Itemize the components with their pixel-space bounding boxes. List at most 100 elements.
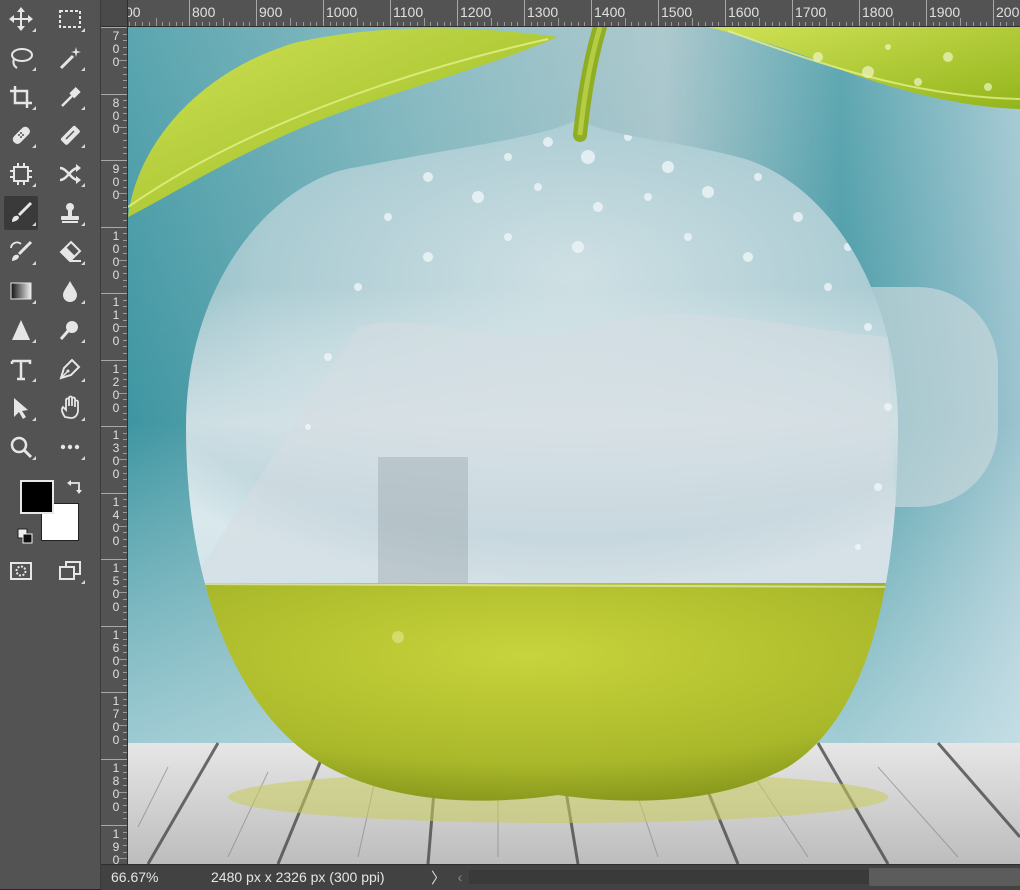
magic-wand-tool[interactable] — [53, 41, 87, 75]
ruler-minor-tick — [123, 246, 127, 247]
ruler-minor-tick — [913, 22, 914, 26]
ruler-minor-tick — [123, 433, 127, 434]
ruler-minor-tick — [123, 539, 127, 540]
vertical-ruler[interactable]: 7008009001000110012001300140015001600170… — [101, 27, 128, 864]
eyedropper-tool[interactable] — [53, 80, 87, 114]
ruler-minor-tick — [123, 632, 127, 633]
move-tool[interactable] — [4, 2, 38, 36]
sharpen-tool[interactable] — [4, 313, 38, 347]
ruler-minor-tick — [799, 22, 800, 26]
spot-healing-tool[interactable] — [4, 118, 38, 152]
ruler-minor-tick — [470, 22, 471, 26]
ruler-label: 2000 — [996, 4, 1020, 20]
crop-tool[interactable] — [4, 80, 38, 114]
zoom-level[interactable]: 66.67% — [111, 869, 158, 885]
ruler-minor-tick — [497, 22, 498, 26]
eraser-tool[interactable] — [53, 235, 87, 269]
gradient-tool[interactable] — [4, 274, 38, 308]
ruler-minor-tick — [397, 22, 398, 26]
content-aware-move-tool[interactable] — [53, 157, 87, 191]
object-selection-tool[interactable] — [4, 157, 38, 191]
ruler-major-tick — [101, 493, 127, 494]
eyedropper-icon — [57, 84, 83, 110]
ruler-minor-tick — [678, 22, 679, 26]
ruler-minor-tick — [986, 22, 987, 26]
ruler-minor-tick — [123, 798, 127, 799]
ruler-minor-tick — [417, 22, 418, 26]
ruler-minor-tick — [424, 18, 425, 26]
ruler-minor-tick — [123, 180, 127, 181]
chip-icon — [8, 161, 34, 187]
ruler-minor-tick — [779, 22, 780, 26]
ruler-minor-tick — [123, 200, 127, 201]
horizontal-scroll-track[interactable] — [469, 870, 869, 884]
ellipsis-icon — [57, 434, 83, 460]
ruler-minor-tick — [403, 22, 404, 26]
clone-stamp-tool[interactable] — [53, 196, 87, 230]
ruler-minor-tick — [123, 552, 127, 553]
document-canvas[interactable] — [128, 27, 1020, 864]
status-menu-arrow[interactable]: 〉 — [431, 867, 446, 888]
horizontal-scroll-thumb[interactable] — [869, 868, 1020, 886]
screen-mode-button[interactable] — [53, 554, 87, 588]
type-tool[interactable] — [4, 352, 38, 386]
ruler-minor-tick — [123, 685, 127, 686]
ruler-minor-tick — [123, 213, 127, 214]
default-colors-icon[interactable] — [16, 527, 34, 545]
ruler-label: 1100 — [111, 296, 121, 348]
history-brush-tool[interactable] — [4, 235, 38, 269]
ruler-minor-tick — [123, 719, 127, 720]
magic-wand-icon — [57, 45, 83, 71]
ruler-minor-tick — [182, 22, 183, 26]
ruler-minor-tick — [123, 87, 127, 88]
ruler-minor-tick — [504, 22, 505, 26]
ruler-minor-tick — [511, 22, 512, 26]
ruler-minor-tick — [123, 512, 127, 513]
more-tools[interactable] — [53, 430, 87, 464]
type-icon — [8, 356, 34, 382]
ruler-minor-tick — [216, 22, 217, 26]
ruler-minor-tick — [123, 479, 127, 480]
blur-tool[interactable] — [53, 274, 87, 308]
ruler-origin[interactable] — [101, 0, 128, 27]
ruler-minor-tick — [812, 22, 813, 26]
ruler-minor-tick — [123, 652, 127, 653]
hand-tool[interactable] — [53, 391, 87, 425]
swap-colors-icon[interactable] — [66, 478, 84, 496]
dodge-tool[interactable] — [53, 313, 87, 347]
ruler-minor-tick — [123, 187, 127, 188]
ruler-minor-tick — [123, 80, 127, 81]
ruler-minor-tick — [316, 22, 317, 26]
quick-mask-button[interactable] — [4, 554, 38, 588]
ruler-minor-tick — [123, 366, 127, 367]
marquee-tool[interactable] — [53, 2, 87, 36]
ruler-minor-tick — [464, 22, 465, 26]
zoom-tool[interactable] — [4, 430, 38, 464]
brush-tool[interactable] — [4, 196, 38, 230]
ruler-minor-tick — [123, 579, 127, 580]
ruler-minor-tick — [832, 22, 833, 26]
foreground-color-swatch[interactable] — [20, 480, 54, 514]
ruler-minor-tick — [611, 22, 612, 26]
ruler-minor-tick — [209, 22, 210, 26]
ruler-minor-tick — [444, 22, 445, 26]
ruler-minor-tick — [123, 785, 127, 786]
pen-tool[interactable] — [53, 352, 87, 386]
path-selection-tool[interactable] — [4, 391, 38, 425]
scroll-left-arrow[interactable]: ‹ — [453, 866, 467, 888]
ruler-label: 900 — [259, 4, 282, 20]
ruler-minor-tick — [123, 466, 127, 467]
lasso-tool[interactable] — [4, 41, 38, 75]
ruler-minor-tick — [765, 22, 766, 26]
ruler-minor-tick — [296, 22, 297, 26]
dodge-icon — [57, 317, 83, 343]
ruler-minor-tick — [123, 173, 127, 174]
ruler-minor-tick — [123, 739, 127, 740]
ruler-minor-tick — [819, 22, 820, 26]
ruler-minor-tick — [169, 22, 170, 26]
ruler-minor-tick — [283, 22, 284, 26]
healing-tool[interactable] — [53, 118, 87, 152]
ruler-minor-tick — [872, 22, 873, 26]
horizontal-ruler[interactable]: 0080090010001100120013001400150016001700… — [128, 0, 1020, 27]
ruler-minor-tick — [953, 22, 954, 26]
